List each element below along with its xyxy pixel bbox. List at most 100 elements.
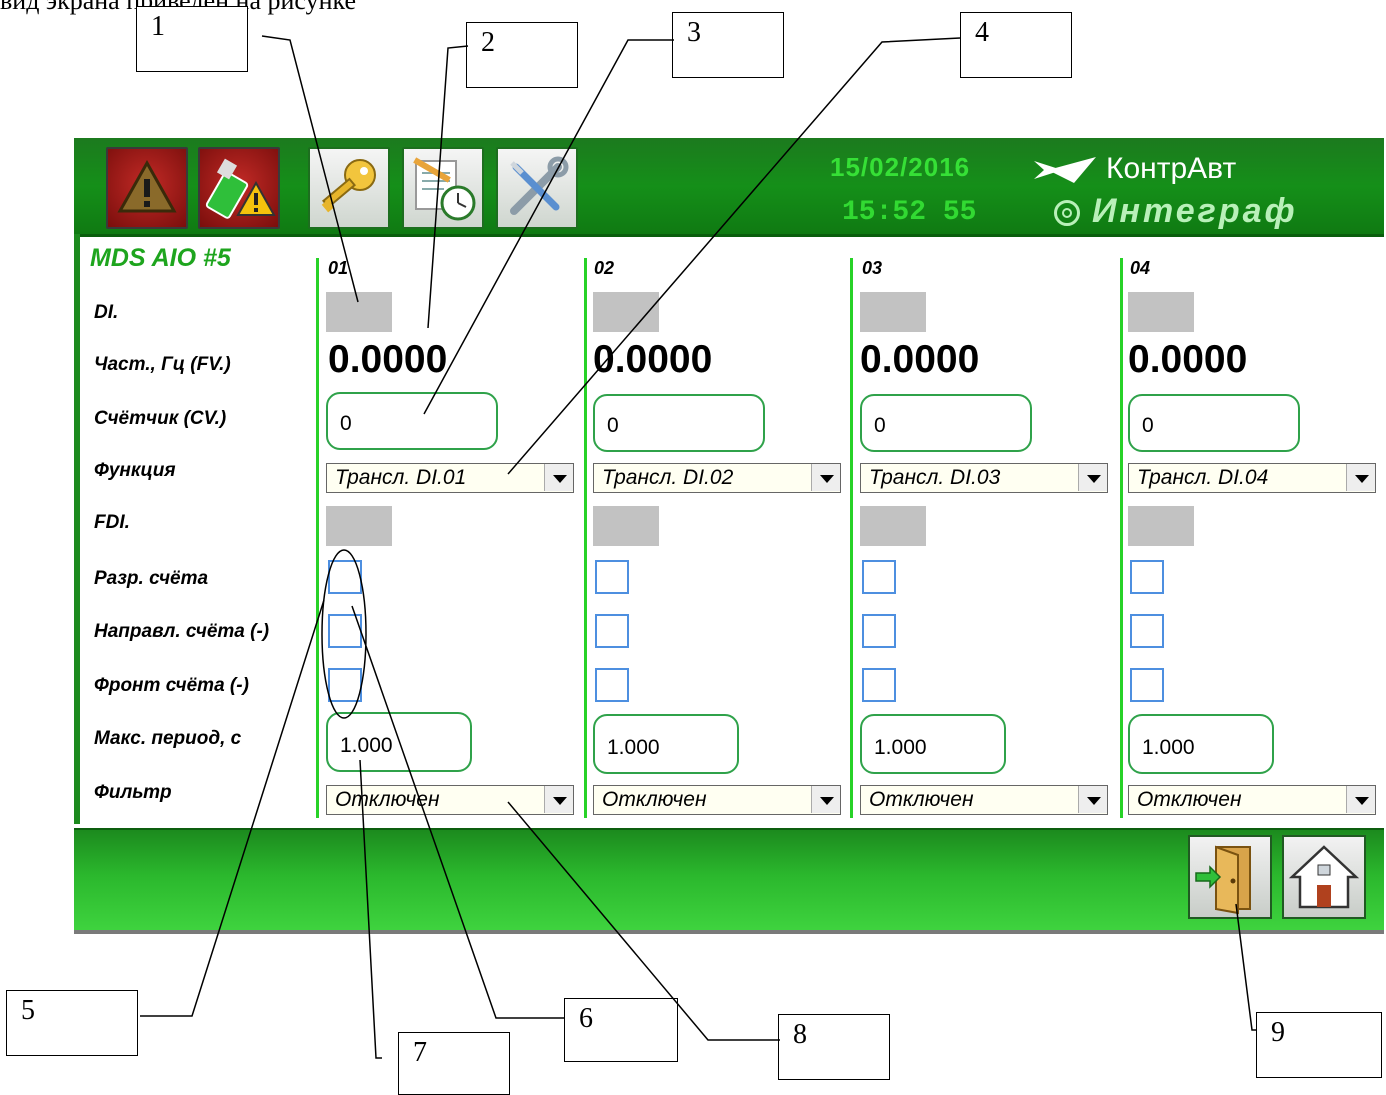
exit-button[interactable] [1188,835,1272,919]
label-count-direction: Направл. счёта (-) [94,621,270,642]
label-fdi: FDI. [94,512,130,533]
count-enable-checkbox[interactable] [1130,560,1164,594]
di-indicator [860,292,926,332]
callout-6: 6 [564,998,678,1062]
filter-select[interactable]: Отключен [860,785,1108,815]
label-filter: Фильтр [94,782,172,803]
callout-9: 9 [1256,1012,1382,1078]
counter-input[interactable]: 0 [860,394,1032,452]
chevron-down-icon[interactable] [811,464,840,491]
counter-input[interactable]: 0 [1128,394,1300,452]
callout-1: 1 [136,6,248,72]
function-select[interactable]: Трансл. DI.01 [326,463,574,493]
label-max-period: Макс. период, с [94,728,242,749]
filter-select-value: Отключен [335,788,440,811]
count-enable-checkbox[interactable] [328,560,362,594]
fdi-indicator [593,506,659,546]
callout-3: 3 [672,12,784,78]
max-period-input[interactable]: 1.000 [1128,714,1274,774]
calendar-clock-icon [413,157,476,221]
filter-select[interactable]: Отключен [593,785,841,815]
filter-select-value: Отключен [602,788,707,811]
count-direction-checkbox[interactable] [862,614,896,648]
key-button[interactable] [308,147,390,229]
max-period-input[interactable]: 1.000 [860,714,1006,774]
frequency-value: 0.0000 [328,338,448,381]
chevron-down-icon[interactable] [1078,786,1107,813]
callout-7: 7 [398,1032,510,1095]
usb-alarm-icon [205,158,276,219]
count-enable-checkbox[interactable] [862,560,896,594]
device-title: MDS AIO #5 [90,244,231,272]
top-bar: 15/02/2016 15:52 55 КонтрАвт Интеграф [74,138,1384,237]
count-enable-checkbox[interactable] [595,560,629,594]
label-freq: Част., Гц (FV.) [94,354,231,375]
function-select[interactable]: Трансл. DI.02 [593,463,841,493]
chevron-down-icon[interactable] [1078,464,1107,491]
alarm-button[interactable] [106,147,188,229]
label-count-enable: Разр. счёта [94,568,209,589]
label-function: Функция [94,460,176,481]
chevron-down-icon[interactable] [544,464,573,491]
max-period-input[interactable]: 1.000 [326,712,472,772]
count-front-checkbox[interactable] [862,668,896,702]
channel-number: 04 [1130,258,1151,278]
panel-left-edge [74,234,80,824]
filter-select[interactable]: Отключен [326,785,574,815]
home-button[interactable] [1282,835,1366,919]
chevron-down-icon[interactable] [544,786,573,813]
date-display: 15/02/2016 [830,152,971,182]
filter-select[interactable]: Отключен [1128,785,1376,815]
channel-divider [316,258,319,818]
frequency-value: 0.0000 [860,338,980,381]
di-indicator [326,292,392,332]
callout-2: 2 [466,22,578,88]
channel-divider [584,258,587,818]
channel-divider [1120,258,1123,818]
function-select[interactable]: Трансл. DI.04 [1128,463,1376,493]
label-di: DI. [94,302,119,323]
key-icon [321,159,376,213]
callout-8: 8 [778,1014,890,1080]
panel-bottom-border [74,930,1384,934]
filter-select-value: Отключен [869,788,974,811]
function-select-value: Трансл. DI.04 [1137,466,1269,489]
frequency-value: 0.0000 [1128,338,1248,381]
label-counter: Счётчик (CV.) [94,408,227,429]
count-direction-checkbox[interactable] [328,614,362,648]
brand-logo-icon [1034,157,1096,184]
fdi-indicator [326,506,392,546]
function-select-value: Трансл. DI.03 [869,466,1001,489]
usb-alarm-button[interactable] [198,147,280,229]
count-direction-checkbox[interactable] [1130,614,1164,648]
brand-product: Интеграф [1054,192,1298,231]
channel-divider [850,258,853,818]
counter-input[interactable]: 0 [326,392,498,450]
channel-number: 02 [594,258,615,278]
brand-name: КонтрАвт [1034,152,1236,186]
chevron-down-icon[interactable] [1346,464,1375,491]
counter-input[interactable]: 0 [593,394,765,452]
function-select[interactable]: Трансл. DI.03 [860,463,1108,493]
settings-tools-button[interactable] [496,147,578,229]
alarm-icon [117,159,177,213]
tools-icon [510,156,569,215]
function-select-value: Трансл. DI.01 [335,466,467,489]
count-front-checkbox[interactable] [328,668,362,702]
callout-5: 5 [6,990,138,1056]
callout-4: 4 [960,12,1072,78]
channel-number: 03 [862,258,883,278]
time-display: 15:52 55 [842,197,977,228]
count-direction-checkbox[interactable] [595,614,629,648]
max-period-input[interactable]: 1.000 [593,714,739,774]
brand-name-text: КонтрАвт [1106,152,1237,185]
count-front-checkbox[interactable] [1130,668,1164,702]
filter-select-value: Отключен [1137,788,1242,811]
brand-product-text: Интеграф [1092,192,1298,230]
channel-number: 01 [328,258,349,278]
function-select-value: Трансл. DI.02 [602,466,734,489]
calendar-clock-button[interactable] [402,147,484,229]
chevron-down-icon[interactable] [1346,786,1375,813]
count-front-checkbox[interactable] [595,668,629,702]
chevron-down-icon[interactable] [811,786,840,813]
